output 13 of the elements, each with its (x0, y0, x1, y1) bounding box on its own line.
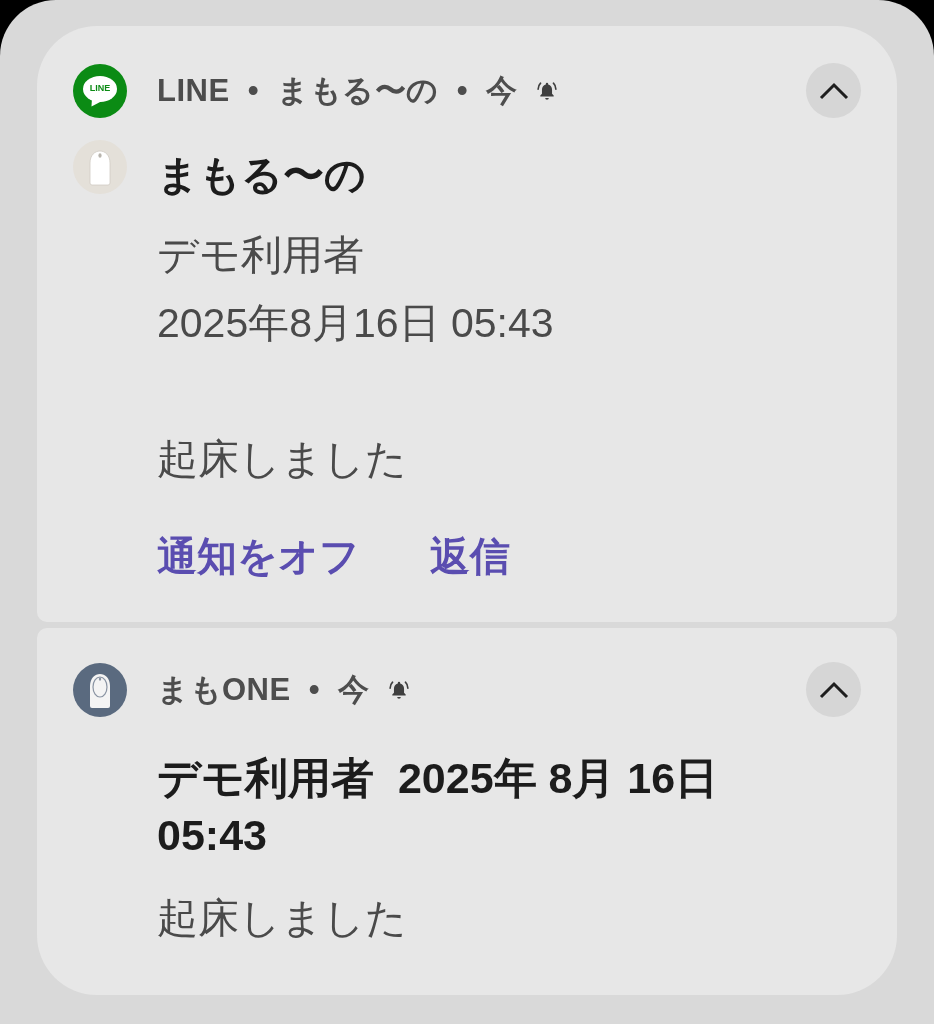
app-logo: LINE (73, 63, 127, 118)
chevron-up-icon (818, 81, 849, 100)
device-avatar-icon (73, 140, 127, 194)
notification-title: デモ利用者 2025年 8月 16日 05:43 (157, 753, 720, 861)
action-button[interactable]: 通知をオフ (157, 531, 360, 581)
device-icon (73, 662, 127, 717)
notification-message: デモ利用者 2025年8月16日 05:43 起床しました (157, 231, 555, 484)
notification-title: まもる〜の (157, 151, 367, 199)
notification-message: 起床しました (157, 894, 408, 943)
notification-header: LINE • まもる〜の • 今 (157, 71, 518, 110)
chevron-up-icon (818, 680, 849, 699)
action-button[interactable]: 返信 (430, 531, 510, 581)
notification-header: まもONE • 今 (157, 670, 370, 709)
